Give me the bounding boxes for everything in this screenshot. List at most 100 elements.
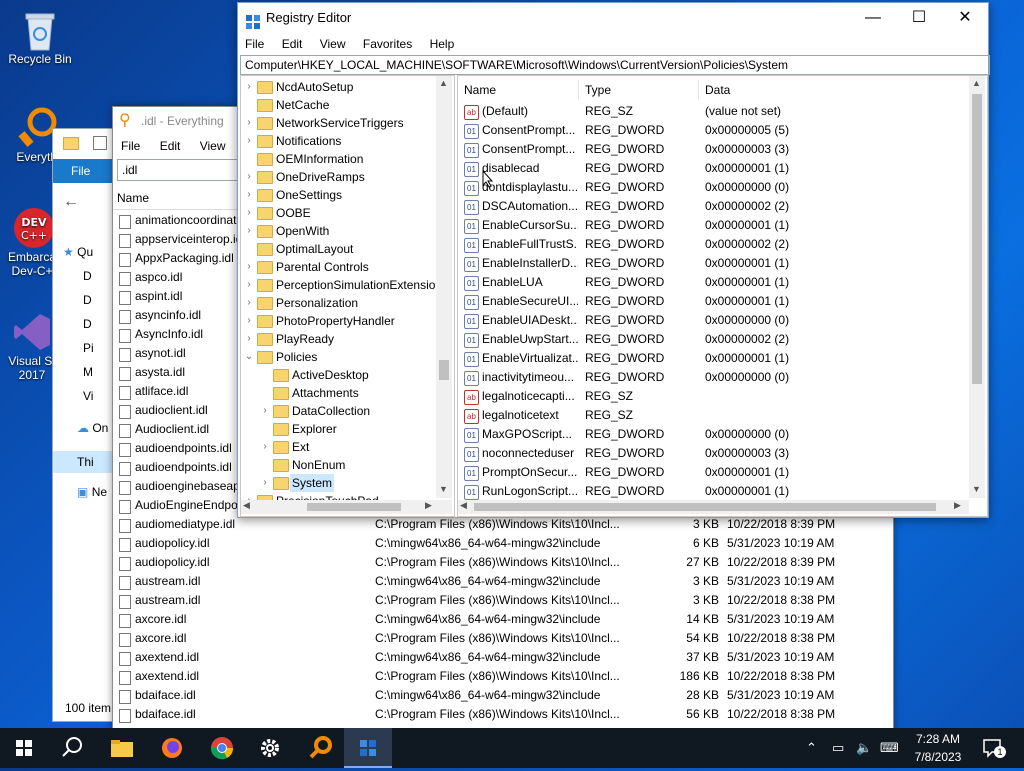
scroll-down-icon[interactable]: ▼ (439, 484, 448, 494)
registry-value-row[interactable]: 01 EnableSecureUI... REG_DWORD 0x00000001 (… (458, 292, 968, 311)
start-button[interactable] (0, 728, 48, 768)
list-item[interactable]: axcore.idl C:\mingw64\x86_64-w64-mingw32\… (113, 610, 893, 629)
list-item[interactable]: bdaiface.idl C:\Program Files (x86)\Windo… (113, 705, 893, 724)
registry-value-row[interactable]: 01 RunLogonScript... REG_DWORD 0x00000001 (… (458, 482, 968, 501)
registry-value-row[interactable]: 01 EnableCursorSu... REG_DWORD 0x00000001 (… (458, 216, 968, 235)
menu-view[interactable]: View (200, 139, 226, 153)
column-name[interactable]: Name (464, 80, 496, 100)
search-button[interactable] (48, 728, 96, 768)
expand-chevron-icon[interactable]: › (243, 204, 255, 222)
tree-horizontal-scrollbar[interactable]: ◀ ▶ (241, 500, 452, 514)
name-column-header[interactable]: Name (117, 187, 149, 209)
registry-value-row[interactable]: 01 EnableInstallerD... REG_DWORD 0x00000001… (458, 254, 968, 273)
scroll-left-icon[interactable]: ◀ (243, 500, 250, 511)
expand-chevron-icon[interactable]: › (243, 78, 255, 96)
explorer-nav-item[interactable]: D (83, 317, 92, 331)
menu-help[interactable]: Help (430, 37, 455, 51)
keyboard-icon[interactable]: ⌨ (880, 740, 899, 756)
registry-value-row[interactable]: 01 EnableFullTrustS... REG_DWORD 0x00000002… (458, 235, 968, 254)
expand-chevron-icon[interactable]: › (243, 294, 255, 312)
registry-key-tree[interactable]: › NcdAutoSetup NetCache › NetworkServiceTrig… (240, 75, 455, 517)
taskbar-settings[interactable] (246, 728, 294, 768)
registry-editor-window[interactable]: Registry Editor — ☐ ✕ File Edit View Fav… (237, 2, 990, 518)
taskbar-firefox[interactable] (148, 728, 196, 768)
list-item[interactable]: audiopolicy.idl C:\Program Files (x86)\Wi… (113, 553, 893, 572)
registry-value-row[interactable]: 01 EnableLUA REG_DWORD 0x00000001 (1) (458, 273, 968, 292)
values-vertical-scrollbar[interactable]: ▲ ▼ (969, 76, 985, 498)
expand-chevron-icon[interactable]: › (259, 474, 271, 492)
taskbar-chrome[interactable] (198, 728, 246, 768)
registry-value-row[interactable]: 01 EnableUwpStart... REG_DWORD 0x00000002 (… (458, 330, 968, 349)
expand-chevron-icon[interactable]: › (259, 402, 271, 420)
column-data[interactable]: Data (705, 80, 730, 100)
explorer-nav-quick[interactable]: ★ Qu (63, 245, 93, 259)
list-item[interactable]: austream.idl C:\mingw64\x86_64-w64-mingw3… (113, 572, 893, 591)
expand-chevron-icon[interactable]: › (243, 186, 255, 204)
back-arrow-icon[interactable]: ← (63, 193, 79, 211)
menu-edit[interactable]: Edit (160, 139, 181, 153)
chevron-up-icon[interactable]: ⌃ (806, 740, 817, 756)
maximize-icon[interactable]: ☐ (896, 3, 942, 33)
expand-chevron-icon[interactable]: › (243, 114, 255, 132)
tree-scroll-thumb[interactable] (439, 360, 449, 380)
expand-chevron-icon[interactable]: › (259, 438, 271, 456)
scroll-up-icon[interactable]: ▲ (439, 78, 448, 88)
expand-chevron-icon[interactable]: ⌄ (243, 348, 255, 366)
scroll-right-icon[interactable]: ▶ (425, 500, 432, 511)
minimize-icon[interactable]: — (850, 3, 896, 33)
registry-value-row[interactable]: 01 ConsentPrompt... REG_DWORD 0x00000003 (3… (458, 140, 968, 159)
system-clock[interactable]: 7:28 AM 7/8/2023 (908, 730, 968, 766)
explorer-nav-item[interactable]: D (83, 269, 92, 283)
list-item[interactable]: bdaiface.idl C:\mingw64\x86_64-w64-mingw3… (113, 686, 893, 705)
list-item[interactable]: axcore.idl C:\Program Files (x86)\Windows… (113, 629, 893, 648)
explorer-nav-item[interactable]: Vi (83, 389, 93, 403)
tree-vertical-scrollbar[interactable]: ▲ ▼ (436, 76, 452, 498)
expand-chevron-icon[interactable]: › (243, 330, 255, 348)
registry-value-row[interactable]: 01 inactivitytimeou... REG_DWORD 0x00000000… (458, 368, 968, 387)
menu-file[interactable]: File (121, 139, 140, 153)
column-type[interactable]: Type (585, 80, 611, 100)
explorer-nav-onedrive[interactable]: ☁ On (77, 421, 108, 435)
taskbar-registry-editor[interactable] (344, 728, 392, 768)
list-item[interactable]: austream.idl C:\Program Files (x86)\Windo… (113, 591, 893, 610)
menu-favorites[interactable]: Favorites (363, 37, 412, 51)
list-item[interactable]: audiopolicy.idl C:\mingw64\x86_64-w64-min… (113, 534, 893, 553)
values-scroll-thumb[interactable] (972, 94, 982, 384)
scroll-right-icon[interactable]: ▶ (954, 500, 961, 511)
explorer-nav-item[interactable]: D (83, 293, 92, 307)
registry-value-row[interactable]: 01 PromptOnSecur... REG_DWORD 0x00000001 (1… (458, 463, 968, 482)
menu-edit[interactable]: Edit (282, 37, 303, 51)
list-item[interactable]: axextend.idl C:\mingw64\x86_64-w64-mingw3… (113, 648, 893, 667)
taskbar-everything[interactable] (296, 728, 344, 768)
list-item[interactable]: axextend.idl C:\Program Files (x86)\Windo… (113, 667, 893, 686)
expand-chevron-icon[interactable]: › (243, 312, 255, 330)
registry-value-row[interactable]: ab legalnoticecapti... REG_SZ (458, 387, 968, 406)
recycle-bin-desktop-icon[interactable]: Recycle Bin (2, 8, 78, 66)
registry-value-row[interactable]: 01 disablecad REG_DWORD 0x00000001 (1) (458, 159, 968, 178)
tree-hscroll-thumb[interactable] (307, 503, 401, 511)
scroll-up-icon[interactable]: ▲ (972, 78, 981, 88)
volume-muted-icon[interactable]: 🔈 (856, 740, 872, 756)
taskbar-file-explorer[interactable] (98, 728, 146, 768)
scroll-left-icon[interactable]: ◀ (460, 500, 467, 511)
registry-value-row[interactable]: 01 ConsentPrompt... REG_DWORD 0x00000005 (5… (458, 121, 968, 140)
expand-chevron-icon[interactable]: › (243, 222, 255, 240)
explorer-nav-item[interactable]: M (83, 365, 93, 379)
network-icon[interactable]: ▭ (832, 740, 844, 756)
close-icon[interactable]: ✕ (942, 3, 988, 33)
notification-center-button[interactable]: 1 (980, 736, 1006, 760)
registry-value-row[interactable]: 01 dontdisplaylastu... REG_DWORD 0x00000000… (458, 178, 968, 197)
expand-chevron-icon[interactable]: › (243, 168, 255, 186)
expand-chevron-icon[interactable]: › (243, 132, 255, 150)
values-horizontal-scrollbar[interactable]: ◀ ▶ (458, 500, 969, 514)
explorer-nav-network[interactable]: ▣ Ne (77, 485, 107, 499)
registry-value-row[interactable]: 01 DSCAutomation... REG_DWORD 0x00000002 (2… (458, 197, 968, 216)
registry-values-list[interactable]: Name Type Data ab (Default) REG_SZ (value n… (457, 75, 988, 517)
registry-address-bar[interactable]: Computer\HKEY_LOCAL_MACHINE\SOFTWARE\Mic… (240, 55, 990, 75)
registry-value-row[interactable]: 01 MaxGPOScript... REG_DWORD 0x00000000 (0) (458, 425, 968, 444)
registry-value-row[interactable]: 01 EnableUIADeskt... REG_DWORD 0x00000000 (… (458, 311, 968, 330)
registry-value-row[interactable]: ab (Default) REG_SZ (value not set) (458, 102, 968, 121)
expand-chevron-icon[interactable]: › (243, 258, 255, 276)
registry-value-row[interactable]: ab legalnoticetext REG_SZ (458, 406, 968, 425)
registry-value-row[interactable]: 01 EnableVirtualizat... REG_DWORD 0x0000000… (458, 349, 968, 368)
